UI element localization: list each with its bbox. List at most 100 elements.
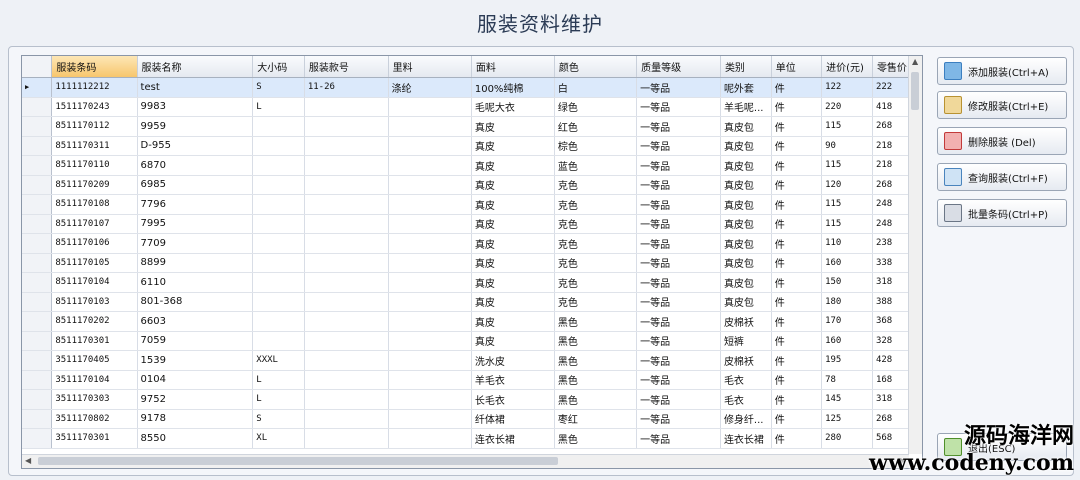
- table-cell[interactable]: 一等品: [636, 389, 721, 410]
- table-cell[interactable]: 真皮: [471, 292, 555, 312]
- table-cell[interactable]: 6870: [137, 155, 254, 176]
- table-cell[interactable]: 9178: [137, 409, 254, 429]
- table-cell[interactable]: [304, 175, 389, 195]
- vertical-scroll-thumb[interactable]: [911, 72, 919, 110]
- table-row[interactable]: 3511170301 8550 XL 连衣长裙 黑色 一等品 连衣长裙件 280 568: [22, 428, 922, 449]
- table-cell[interactable]: 160: [821, 253, 873, 273]
- table-cell[interactable]: 100%纯棉: [471, 77, 555, 98]
- table-cell[interactable]: [252, 175, 305, 195]
- table-cell[interactable]: 棕色: [554, 136, 638, 156]
- delete-clothing-button[interactable]: 删除服装 (Del): [937, 127, 1067, 155]
- table-cell[interactable]: 120: [821, 175, 873, 195]
- table-cell[interactable]: 枣红: [554, 409, 638, 429]
- table-cell[interactable]: 0104: [137, 370, 254, 390]
- table-cell[interactable]: [252, 116, 305, 137]
- table-cell[interactable]: 338: [872, 253, 914, 273]
- table-cell[interactable]: 3511170104: [51, 370, 138, 390]
- table-row[interactable]: 8511170311 D-955 真皮 棕色 一等品 真皮包件 90 218: [22, 136, 922, 156]
- table-cell[interactable]: 388: [872, 292, 914, 312]
- table-cell[interactable]: 8511170106: [51, 233, 138, 254]
- table-cell[interactable]: 修身纤...: [720, 409, 772, 429]
- table-cell[interactable]: 78: [821, 370, 873, 390]
- column-header[interactable]: 进价(元): [821, 56, 873, 78]
- column-header[interactable]: 质量等级: [636, 56, 721, 78]
- table-cell[interactable]: 8511170112: [51, 116, 138, 137]
- table-cell[interactable]: 蓝色: [554, 155, 638, 176]
- table-row[interactable]: 3511170303 9752 L 长毛衣 黑色 一等品 毛衣件 145 318: [22, 389, 922, 410]
- table-cell[interactable]: 长毛衣: [471, 389, 555, 410]
- table-cell[interactable]: 8511170103: [51, 292, 138, 312]
- table-cell[interactable]: 268: [872, 175, 914, 195]
- table-cell[interactable]: 黑色: [554, 350, 638, 371]
- table-cell[interactable]: 8550: [137, 428, 254, 449]
- table-cell[interactable]: [388, 409, 472, 429]
- horizontal-scroll-thumb[interactable]: [38, 457, 558, 465]
- edit-clothing-button[interactable]: 修改服装(Ctrl+E): [937, 91, 1067, 119]
- table-cell[interactable]: S: [252, 77, 305, 98]
- table-cell[interactable]: 8511170108: [51, 194, 138, 215]
- table-cell[interactable]: [252, 292, 305, 312]
- add-clothing-button[interactable]: 添加服装(Ctrl+A): [937, 57, 1067, 85]
- table-cell[interactable]: 呢外套: [720, 77, 772, 98]
- row-header[interactable]: [22, 311, 53, 332]
- table-cell[interactable]: 3511170303: [51, 389, 138, 410]
- table-cell[interactable]: 248: [872, 194, 914, 215]
- table-cell[interactable]: [304, 428, 389, 449]
- row-header[interactable]: [22, 194, 53, 215]
- table-cell[interactable]: 一等品: [636, 233, 721, 254]
- table-cell[interactable]: 真皮: [471, 233, 555, 254]
- table-cell[interactable]: 6603: [137, 311, 254, 332]
- table-cell[interactable]: 真皮: [471, 136, 555, 156]
- table-cell[interactable]: 件: [771, 214, 823, 234]
- table-cell[interactable]: [388, 350, 472, 371]
- table-cell[interactable]: 真皮包: [720, 233, 772, 254]
- table-cell[interactable]: 皮棉袄: [720, 350, 772, 371]
- table-cell[interactable]: 115: [821, 194, 873, 215]
- table-cell[interactable]: 真皮: [471, 253, 555, 273]
- table-cell[interactable]: 8899: [137, 253, 254, 273]
- table-cell[interactable]: L: [252, 389, 305, 410]
- table-cell[interactable]: 连衣长裙: [471, 428, 555, 449]
- table-cell[interactable]: 110: [821, 233, 873, 254]
- table-cell[interactable]: 短裤: [720, 331, 772, 351]
- table-row[interactable]: 3511170104 0104 L 羊毛衣 黑色 一等品 毛衣件 78 168: [22, 370, 922, 390]
- table-cell[interactable]: 件: [771, 97, 823, 117]
- table-cell[interactable]: 一等品: [636, 331, 721, 351]
- column-header[interactable]: 颜色: [554, 56, 638, 78]
- table-cell[interactable]: 黑色: [554, 370, 638, 390]
- table-cell[interactable]: 一等品: [636, 155, 721, 176]
- table-cell[interactable]: 368: [872, 311, 914, 332]
- table-cell[interactable]: D-955: [137, 136, 254, 156]
- table-cell[interactable]: 8511170107: [51, 214, 138, 234]
- table-cell[interactable]: 一等品: [636, 97, 721, 117]
- table-cell[interactable]: test: [137, 77, 254, 98]
- table-cell[interactable]: 真皮: [471, 155, 555, 176]
- table-cell[interactable]: [304, 350, 389, 371]
- table-row[interactable]: 8511170209 6985 真皮 克色 一等品 真皮包件 120 268: [22, 175, 922, 195]
- column-header[interactable]: 类别: [720, 56, 772, 78]
- table-cell[interactable]: 件: [771, 116, 823, 137]
- column-header[interactable]: 服装名称: [137, 56, 254, 78]
- table-cell[interactable]: [304, 370, 389, 390]
- query-clothing-button[interactable]: 查询服装(Ctrl+F): [937, 163, 1067, 191]
- table-cell[interactable]: [388, 389, 472, 410]
- table-cell[interactable]: 羊毛衣: [471, 370, 555, 390]
- table-cell[interactable]: 真皮包: [720, 116, 772, 137]
- table-cell[interactable]: [388, 214, 472, 234]
- table-cell[interactable]: 7059: [137, 331, 254, 351]
- table-cell[interactable]: 90: [821, 136, 873, 156]
- table-cell[interactable]: L: [252, 97, 305, 117]
- table-cell[interactable]: 克色: [554, 194, 638, 215]
- table-cell[interactable]: [388, 194, 472, 215]
- table-cell[interactable]: 328: [872, 331, 914, 351]
- table-row[interactable]: 8511170106 7709 真皮 克色 一等品 真皮包件 110 238: [22, 233, 922, 254]
- table-cell[interactable]: 一等品: [636, 77, 721, 98]
- table-cell[interactable]: 150: [821, 272, 873, 293]
- table-cell[interactable]: [304, 331, 389, 351]
- row-header[interactable]: [22, 214, 53, 234]
- table-cell[interactable]: 8511170105: [51, 253, 138, 273]
- column-header[interactable]: 面料: [471, 56, 555, 78]
- table-cell[interactable]: 7796: [137, 194, 254, 215]
- table-cell[interactable]: 248: [872, 214, 914, 234]
- table-cell[interactable]: [388, 272, 472, 293]
